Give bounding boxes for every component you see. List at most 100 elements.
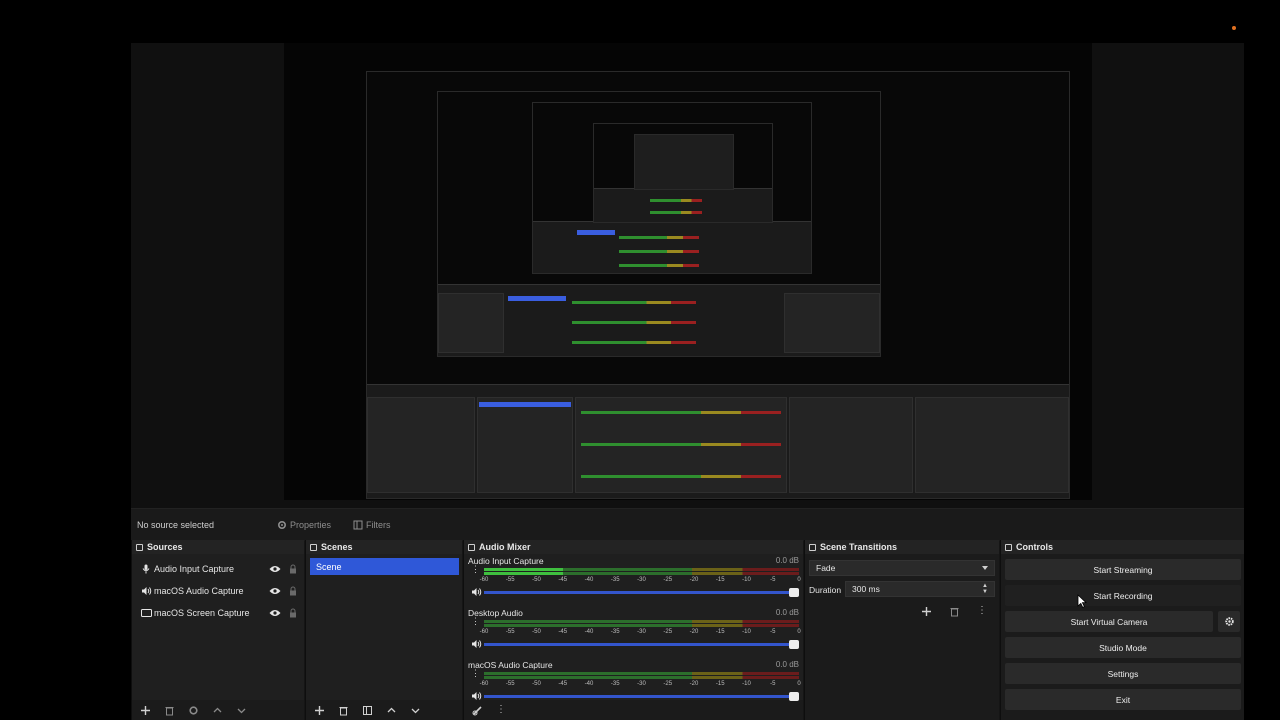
- channel-db: 0.0 dB: [775, 660, 799, 669]
- dock-icon: [136, 543, 143, 551]
- speaker-icon: [140, 586, 152, 596]
- lock-icon[interactable]: [286, 607, 300, 619]
- remove-transition-button[interactable]: [947, 604, 961, 618]
- slider-handle[interactable]: [789, 639, 799, 649]
- gear-icon: [277, 520, 287, 530]
- spinner-icon[interactable]: ▲ ▼: [982, 583, 988, 595]
- scenes-dock: Scenes Scene: [305, 540, 462, 720]
- transition-menu-button[interactable]: ⋮: [975, 604, 989, 618]
- channel-menu-button[interactable]: ⋮: [471, 617, 480, 626]
- speaker-icon[interactable]: [468, 639, 484, 649]
- move-up-button[interactable]: [210, 703, 224, 717]
- plus-icon: [921, 606, 931, 616]
- settings-button[interactable]: Settings: [1005, 663, 1241, 684]
- meter-tick-label: -35: [610, 629, 620, 635]
- add-scene-button[interactable]: [312, 703, 326, 717]
- eye-icon[interactable]: [268, 563, 282, 575]
- scenes-list: Scene: [306, 554, 462, 700]
- volume-slider[interactable]: [484, 691, 799, 701]
- meter-tick-label: -60: [479, 681, 489, 687]
- source-label: Audio Input Capture: [154, 564, 235, 574]
- start-virtual-camera-button[interactable]: Start Virtual Camera: [1005, 611, 1213, 632]
- meter-tick-label: -50: [532, 577, 541, 583]
- meter-tick-label: -60: [479, 629, 489, 635]
- scenes-toolbar: [306, 700, 462, 720]
- eye-icon[interactable]: [268, 585, 282, 597]
- transition-type-value: Fade: [816, 563, 836, 573]
- mixer-channel: Audio Input Capture 0.0 dB ⋮ -60 -55 -50 -4…: [464, 554, 803, 606]
- scenes-dock-title[interactable]: Scenes: [306, 540, 462, 554]
- remove-source-button[interactable]: [162, 703, 176, 717]
- meter-tick-label: -20: [689, 681, 699, 687]
- duration-value: 300 ms: [852, 584, 880, 594]
- speaker-icon[interactable]: [468, 587, 484, 597]
- filters-label: Filters: [366, 520, 391, 530]
- add-source-button[interactable]: [138, 703, 152, 717]
- channel-menu-button[interactable]: ⋮: [471, 669, 480, 678]
- mixer-dock-title[interactable]: Audio Mixer: [464, 540, 803, 554]
- chevron-up-icon: [387, 707, 395, 712]
- remove-scene-button[interactable]: [336, 703, 350, 717]
- duration-input[interactable]: 300 ms ▲ ▼: [845, 581, 995, 597]
- scene-filters-button[interactable]: [360, 703, 374, 717]
- properties-button[interactable]: Properties: [277, 520, 331, 530]
- dock-icon: [1005, 543, 1012, 551]
- controls-dock-title[interactable]: Controls: [1001, 540, 1244, 554]
- virtual-camera-settings-button[interactable]: [1218, 611, 1240, 632]
- advanced-audio-button[interactable]: [470, 703, 484, 717]
- eye-icon[interactable]: [268, 607, 282, 619]
- meter-tick-label: -45: [558, 577, 568, 583]
- channel-db: 0.0 dB: [775, 608, 799, 617]
- meter-tick-label: -40: [584, 629, 594, 635]
- preview-area[interactable]: [131, 43, 1244, 508]
- obs-window: No source selected Properties Filters So…: [131, 43, 1244, 720]
- controls-title: Controls: [1016, 542, 1053, 552]
- dock-icon: [809, 543, 816, 551]
- start-recording-button[interactable]: Start Recording: [1005, 585, 1241, 606]
- filters-button[interactable]: Filters: [353, 520, 391, 530]
- audio-mixer-dock: Audio Mixer Audio Input Capture 0.0 dB ⋮…: [463, 540, 803, 720]
- source-item[interactable]: Audio Input Capture: [132, 558, 304, 580]
- volume-slider[interactable]: [484, 587, 799, 597]
- channel-menu-button[interactable]: ⋮: [471, 565, 480, 574]
- exit-button[interactable]: Exit: [1005, 689, 1241, 710]
- trash-icon: [950, 607, 958, 616]
- monitor-icon: [140, 608, 152, 618]
- volume-meter: -60 -55 -50 -45 -40 -35 -30 -25 -20 -15 -10 -5 0: [480, 671, 801, 689]
- meter-tick-label: -30: [637, 629, 646, 635]
- source-label: macOS Audio Capture: [154, 586, 244, 596]
- scene-label: Scene: [316, 561, 342, 572]
- move-up-button[interactable]: [384, 703, 398, 717]
- meter-tick-label: -5: [770, 577, 776, 583]
- move-down-button[interactable]: [234, 703, 248, 717]
- meter-tick-label: -35: [610, 681, 620, 687]
- plus-icon: [140, 705, 150, 715]
- move-down-button[interactable]: [408, 703, 422, 717]
- meter-tick-label: -15: [715, 629, 725, 635]
- add-transition-button[interactable]: [919, 604, 933, 618]
- meter-tick-label: -60: [479, 577, 489, 583]
- sources-dock-title[interactable]: Sources: [132, 540, 304, 554]
- slider-handle[interactable]: [789, 587, 799, 597]
- start-streaming-button[interactable]: Start Streaming: [1005, 559, 1241, 580]
- mixer-menu-button[interactable]: ⋮: [494, 703, 508, 717]
- source-item[interactable]: macOS Audio Capture: [132, 580, 304, 602]
- meter-tick-label: -15: [715, 681, 725, 687]
- volume-slider[interactable]: [484, 639, 799, 649]
- transition-select[interactable]: Fade: [809, 560, 995, 576]
- meter-tick-label: 0: [797, 577, 801, 583]
- gear-icon: [188, 705, 198, 715]
- channel-name: macOS Audio Capture: [468, 660, 553, 670]
- lock-icon[interactable]: [286, 563, 300, 575]
- source-item[interactable]: macOS Screen Capture: [132, 602, 304, 624]
- meter-tick-label: -55: [505, 681, 515, 687]
- scene-item-selected[interactable]: Scene: [310, 558, 459, 575]
- transitions-dock-title[interactable]: Scene Transitions: [805, 540, 999, 554]
- source-properties-button[interactable]: [186, 703, 200, 717]
- sources-title: Sources: [147, 542, 183, 552]
- transitions-title: Scene Transitions: [820, 542, 898, 552]
- preview-canvas: [284, 43, 1092, 500]
- studio-mode-button[interactable]: Studio Mode: [1005, 637, 1241, 658]
- mixer-channels: Audio Input Capture 0.0 dB ⋮ -60 -55 -50 -4…: [464, 554, 803, 701]
- lock-icon[interactable]: [286, 585, 300, 597]
